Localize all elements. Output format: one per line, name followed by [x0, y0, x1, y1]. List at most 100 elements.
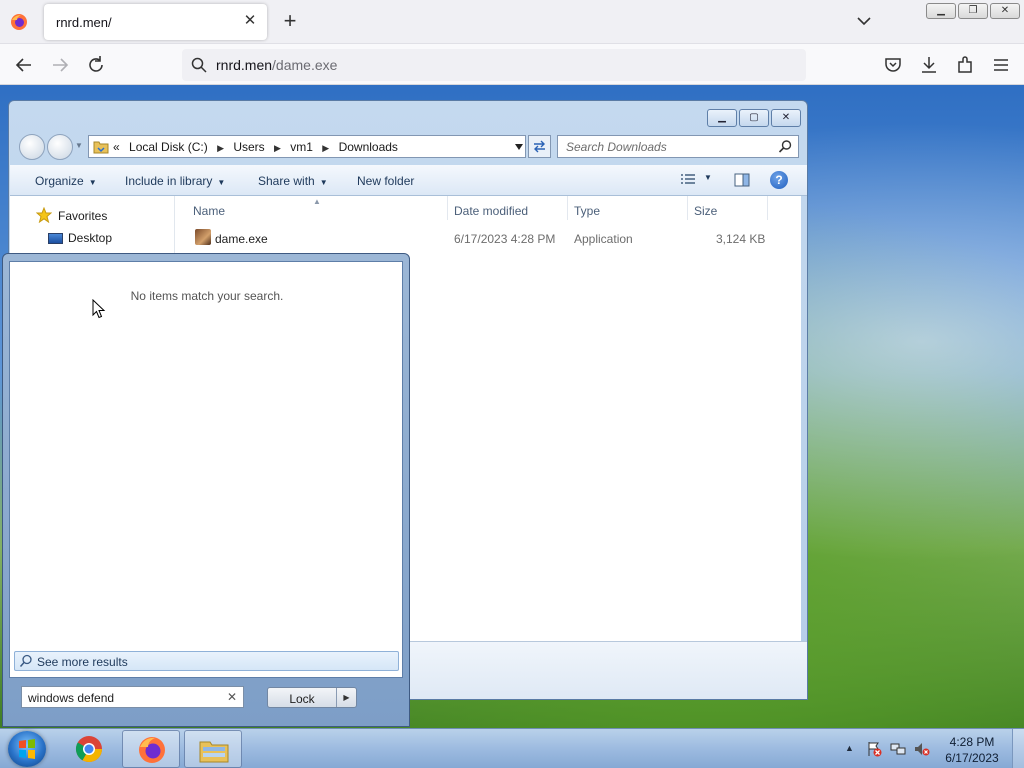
firefox-icon — [139, 737, 165, 763]
show-desktop-button[interactable] — [1012, 729, 1024, 768]
action-center-flag-icon[interactable] — [866, 741, 882, 757]
nav-item-favorites[interactable]: Favorites — [58, 209, 107, 223]
extensions-icon[interactable] — [954, 54, 976, 76]
see-more-results-label: See more results — [37, 655, 128, 669]
no-results-message: No items match your search. — [130, 289, 284, 303]
explorer-window-controls: ▁ ▢ ✕ — [707, 109, 801, 127]
explorer-maximize-button[interactable]: ▢ — [739, 109, 769, 127]
organize-label: Organize — [35, 174, 84, 188]
reload-icon[interactable] — [85, 54, 107, 76]
view-dropdown-icon[interactable]: ▼ — [704, 173, 712, 182]
preview-pane-icon[interactable] — [734, 173, 750, 187]
file-name: dame.exe — [215, 232, 268, 246]
column-header-name[interactable]: Name — [193, 204, 225, 218]
address-dropdown-icon[interactable] — [515, 144, 523, 150]
sort-ascending-icon: ▲ — [313, 197, 321, 206]
mouse-cursor-icon — [92, 299, 106, 319]
taskbar-explorer[interactable] — [184, 730, 242, 768]
close-tab-icon[interactable]: ✕ — [241, 12, 259, 30]
explorer-back-button[interactable] — [19, 134, 45, 160]
refresh-icon — [534, 140, 545, 153]
url-path: /dame.exe — [272, 57, 338, 73]
breadcrumb: « Local Disk (C:) ▶ Users ▶ vm1 ▶ Downlo… — [113, 140, 404, 154]
nav-item-desktop[interactable]: Desktop — [68, 231, 112, 245]
downloads-icon[interactable] — [918, 54, 940, 76]
clock-time: 4:28 PM — [949, 735, 995, 749]
column-divider[interactable] — [447, 196, 448, 220]
minimize-button[interactable]: ▁ — [926, 3, 956, 19]
explorer-search-input[interactable]: Search Downloads — [557, 135, 799, 158]
star-icon — [36, 207, 52, 223]
start-search-input[interactable]: windows defend ✕ — [21, 686, 244, 708]
new-tab-icon[interactable]: + — [280, 10, 300, 32]
share-with-label: Share with — [258, 174, 315, 188]
system-clock[interactable]: 4:28 PM 6/17/2023 — [938, 734, 1006, 766]
lock-label: Lock — [289, 692, 315, 706]
file-size: 3,124 KB — [716, 232, 766, 246]
chevron-down-icon: ▼ — [88, 178, 97, 187]
volume-muted-icon[interactable] — [914, 741, 930, 757]
show-hidden-icons-icon[interactable]: ▲ — [845, 743, 854, 753]
new-folder-button[interactable]: New folder — [357, 174, 414, 188]
browser-window-controls: ▁ ❐ ✕ — [926, 3, 1020, 20]
menu-icon[interactable] — [990, 54, 1012, 76]
file-date-modified: 6/17/2023 4:28 PM — [454, 232, 556, 246]
back-arrow-icon[interactable] — [13, 54, 35, 76]
column-header-type[interactable]: Type — [574, 204, 600, 218]
column-header-date-modified[interactable]: Date modified — [454, 204, 528, 218]
browser-nav-bar: rnrd.men/dame.exe — [0, 44, 1024, 85]
help-icon[interactable]: ? — [770, 171, 788, 189]
taskbar-firefox[interactable] — [122, 730, 180, 768]
column-header-size[interactable]: Size — [694, 204, 717, 218]
url-bar[interactable]: rnrd.men/dame.exe — [182, 49, 806, 81]
breadcrumb-item[interactable]: Local Disk (C:) — [129, 140, 208, 154]
column-divider[interactable] — [567, 196, 568, 220]
search-placeholder: Search Downloads — [566, 140, 667, 154]
search-icon — [19, 654, 32, 667]
breadcrumb-chevron-icon[interactable]: ▶ — [322, 143, 329, 153]
start-menu: No items match your search. See more res… — [2, 253, 410, 727]
table-row[interactable]: dame.exe 6/17/2023 4:28 PM Application 3… — [175, 226, 801, 250]
breadcrumb-item[interactable]: Users — [233, 140, 264, 154]
refresh-button[interactable] — [528, 135, 551, 158]
windows-logo-icon — [19, 739, 35, 759]
share-with-menu[interactable]: Share with ▼ — [258, 174, 328, 188]
explorer-close-button[interactable]: ✕ — [771, 109, 801, 127]
browser-tab[interactable]: rnrd.men/ ✕ — [44, 4, 267, 40]
breadcrumb-item[interactable]: Downloads — [339, 140, 398, 154]
folder-icon — [93, 141, 109, 154]
clear-search-icon[interactable]: ✕ — [227, 690, 239, 704]
taskbar: ▲ 4:28 PM 6/17/2023 — [0, 728, 1024, 768]
recent-pages-icon[interactable]: ▼ — [75, 141, 83, 150]
column-divider[interactable] — [687, 196, 688, 220]
breadcrumb-chevron-icon[interactable]: ▶ — [217, 143, 224, 153]
chevron-down-icon: ▼ — [217, 178, 226, 187]
list-all-tabs-icon[interactable] — [855, 12, 873, 30]
power-options-arrow-icon[interactable]: ▶ — [336, 688, 356, 707]
include-in-library-menu[interactable]: Include in library ▼ — [125, 174, 225, 188]
command-bar: Organize ▼ Include in library ▼ Share with… — [10, 165, 807, 196]
view-options-icon[interactable] — [680, 173, 696, 187]
search-icon[interactable] — [778, 139, 793, 154]
breadcrumb-overflow[interactable]: « — [113, 140, 120, 154]
organize-menu[interactable]: Organize ▼ — [35, 174, 97, 188]
explorer-forward-button[interactable] — [47, 134, 73, 160]
include-in-library-label: Include in library — [125, 174, 213, 188]
lock-button[interactable]: Lock ▶ — [267, 687, 357, 708]
tab-title: rnrd.men/ — [56, 15, 112, 30]
taskbar-chrome[interactable] — [60, 730, 118, 768]
forward-arrow-icon[interactable] — [49, 54, 71, 76]
breadcrumb-item[interactable]: vm1 — [290, 140, 313, 154]
column-divider[interactable] — [767, 196, 768, 220]
pocket-icon[interactable] — [882, 54, 904, 76]
restore-button[interactable]: ❐ — [958, 3, 988, 19]
file-type: Application — [574, 232, 633, 246]
browser-tab-bar: rnrd.men/ ✕ + ▁ ❐ ✕ — [0, 0, 1024, 44]
close-window-button[interactable]: ✕ — [990, 3, 1020, 19]
network-icon[interactable] — [890, 741, 906, 757]
address-bar[interactable]: « Local Disk (C:) ▶ Users ▶ vm1 ▶ Downlo… — [88, 135, 526, 158]
start-button[interactable] — [8, 731, 46, 767]
explorer-minimize-button[interactable]: ▁ — [707, 109, 737, 127]
breadcrumb-chevron-icon[interactable]: ▶ — [274, 143, 281, 153]
see-more-results-button[interactable]: See more results — [14, 651, 399, 671]
